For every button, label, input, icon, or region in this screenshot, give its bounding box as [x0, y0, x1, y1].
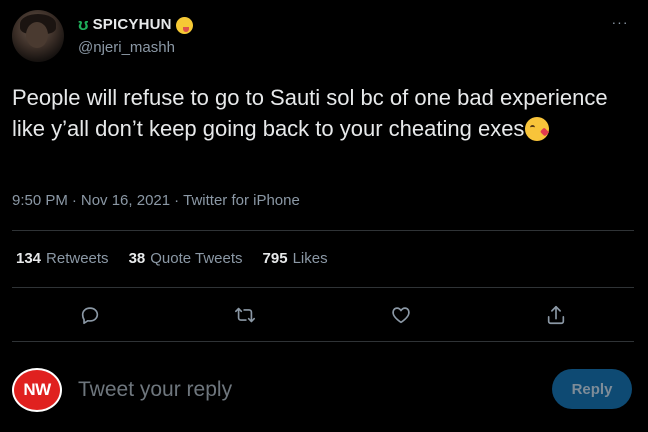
author-name-row[interactable]: ʊ SPICYHUN [78, 16, 193, 34]
tweet-meta: 9:50 PM · Nov 16, 2021 · Twitter for iPh… [12, 192, 300, 209]
share-icon [548, 305, 565, 325]
likes-stat[interactable]: 795 Likes [263, 250, 328, 267]
retweets-stat[interactable]: 134 Retweets [16, 250, 109, 267]
retweets-count: 134 [16, 250, 42, 267]
tweet-time[interactable]: 9:50 PM [12, 192, 68, 209]
tweet-body: People will refuse to go to Sauti sol bc… [12, 85, 608, 141]
tweet-source[interactable]: Twitter for iPhone [183, 192, 300, 209]
likes-label: Likes [292, 250, 328, 267]
tweet-stats: 134 Retweets 38 Quote Tweets 795 Likes [16, 250, 328, 267]
retweet-icon [235, 307, 256, 323]
avatar-face [26, 22, 48, 48]
quote-tweets-label: Quote Tweets [150, 250, 243, 267]
zany-face-emoji-icon [175, 16, 193, 34]
likes-count: 795 [262, 250, 288, 267]
author-display-name[interactable]: SPICYHUN [93, 16, 172, 34]
retweet-action-button[interactable] [168, 300, 324, 330]
divider [12, 287, 634, 288]
tweet-header: ʊ SPICYHUN @njeri_mashh ··· [12, 10, 636, 66]
meta-separator: · [71, 192, 77, 209]
like-action-button[interactable] [323, 300, 479, 330]
reply-composer: NW Reply [12, 366, 634, 412]
tweet-actions [12, 300, 634, 330]
face-blowing-kiss-emoji-icon [525, 117, 550, 141]
author-handle[interactable]: @njeri_mashh [78, 39, 175, 56]
reply-icon [81, 307, 98, 325]
meta-separator: · [174, 192, 180, 209]
viewer-avatar-text: NW [14, 370, 60, 410]
reply-input[interactable] [78, 376, 478, 404]
tweet-date[interactable]: Nov 16, 2021 [81, 192, 170, 209]
share-action-button[interactable] [479, 300, 635, 330]
divider [12, 341, 634, 342]
reply-button[interactable]: Reply [552, 369, 632, 409]
reply-action-button[interactable] [12, 300, 168, 330]
more-options-icon[interactable]: ··· [608, 14, 632, 32]
heart-icon [392, 307, 410, 324]
quote-tweets-count: 38 [128, 250, 146, 267]
swirl-icon: ʊ [78, 15, 89, 34]
viewer-avatar[interactable]: NW [12, 368, 62, 412]
tweet-text: People will refuse to go to Sauti sol bc… [12, 82, 632, 144]
retweets-label: Retweets [46, 250, 109, 267]
author-avatar[interactable] [12, 10, 64, 62]
divider [12, 230, 634, 231]
quote-tweets-stat[interactable]: 38 Quote Tweets [129, 250, 243, 267]
